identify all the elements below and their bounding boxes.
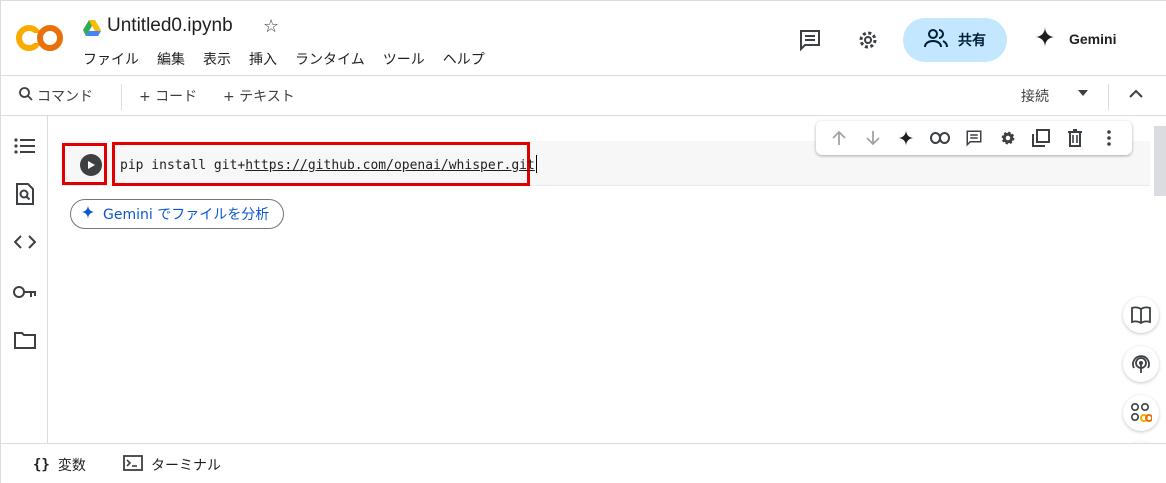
trash-icon[interactable]: [1064, 127, 1086, 149]
add-code-button[interactable]: + コード: [139, 86, 197, 106]
move-down-arrow-icon[interactable]: [862, 127, 884, 149]
command-palette-button[interactable]: コマンド: [19, 86, 93, 106]
gemini-sparkle-icon[interactable]: [895, 127, 917, 149]
gemini-button[interactable]: Gemini: [1035, 27, 1116, 50]
gemini-pill-label: Gemini でファイルを分析: [103, 207, 270, 223]
variables-button[interactable]: {} 変数: [33, 455, 86, 475]
variables-label: 変数: [57, 458, 86, 474]
notebook-main: pip install git+https://github.com/opena…: [48, 116, 1166, 443]
menu-bar: ファイル 編集 表示 挿入 ランタイム ツール ヘルプ: [83, 49, 503, 69]
colab-logo-icon[interactable]: [15, 21, 65, 55]
menu-file[interactable]: ファイル: [83, 49, 139, 69]
code-url-link[interactable]: https://github.com/openai/whisper.git: [245, 158, 535, 173]
key-icon[interactable]: [13, 280, 37, 304]
vertical-scrollbar[interactable]: [1154, 126, 1166, 196]
notebook-title[interactable]: Untitled0.ipynb: [107, 15, 233, 37]
left-sidebar: [1, 116, 48, 443]
broadcast-icon[interactable]: [1123, 346, 1159, 382]
toolbar-divider: [121, 84, 122, 110]
book-icon[interactable]: [1123, 297, 1159, 333]
menu-edit[interactable]: 編集: [157, 49, 185, 69]
menu-help[interactable]: ヘルプ: [443, 49, 485, 69]
menu-tools[interactable]: ツール: [383, 49, 425, 69]
gear-icon[interactable]: [997, 127, 1019, 149]
text-cursor: [535, 155, 537, 173]
search-icon: [19, 87, 33, 105]
toolbar-divider-right: [1108, 84, 1109, 110]
table-of-contents-icon[interactable]: [13, 134, 37, 158]
menu-runtime[interactable]: ランタイム: [295, 49, 365, 69]
gemini-label: Gemini: [1069, 30, 1117, 47]
header: Untitled0.ipynb ☆ ファイル 編集 表示 挿入 ランタイム ツー…: [1, 1, 1166, 75]
google-drive-icon[interactable]: [83, 20, 101, 36]
terminal-icon: [123, 455, 143, 475]
comment-icon[interactable]: [797, 27, 823, 53]
share-button[interactable]: 共有: [903, 18, 1007, 62]
menu-view[interactable]: 表示: [203, 49, 231, 69]
menu-insert[interactable]: 挿入: [249, 49, 277, 69]
cell-toolbar: [816, 121, 1132, 155]
link-icon[interactable]: [929, 127, 951, 149]
comment-icon[interactable]: [963, 127, 985, 149]
gear-icon[interactable]: [855, 27, 881, 53]
play-icon: [88, 161, 95, 169]
apps-colab-icon[interactable]: [1123, 395, 1159, 431]
gemini-analyze-files-button[interactable]: Gemini でファイルを分析: [70, 199, 285, 229]
code-snippets-icon[interactable]: [13, 230, 37, 254]
collapse-header-chevron-up-icon[interactable]: [1129, 88, 1143, 98]
code-prefix: pip install git+: [120, 158, 246, 173]
curly-braces-icon: {}: [33, 457, 50, 473]
notebook-toolbar: コマンド + コード + テキスト 接続: [1, 75, 1166, 116]
run-cell-button[interactable]: [80, 154, 102, 176]
connect-dropdown-chevron-down-icon[interactable]: [1077, 89, 1089, 97]
folder-icon[interactable]: [13, 328, 37, 352]
people-icon: [924, 28, 948, 52]
find-in-page-icon[interactable]: [13, 182, 37, 206]
connect-button[interactable]: 接続: [1021, 86, 1049, 106]
terminal-button[interactable]: ターミナル: [123, 455, 221, 475]
mirror-cell-icon[interactable]: [1030, 127, 1052, 149]
star-icon[interactable]: ☆: [263, 16, 279, 37]
gemini-sparkle-icon: [81, 205, 95, 223]
bottom-status-bar: {} 変数 ターミナル: [1, 443, 1166, 483]
terminal-label: ターミナル: [151, 458, 221, 474]
connect-label: 接続: [1021, 89, 1049, 105]
command-label: コマンド: [37, 89, 93, 105]
add-text-button[interactable]: + テキスト: [223, 86, 295, 106]
gemini-sparkle-icon: [1035, 27, 1055, 50]
move-up-arrow-icon[interactable]: [828, 127, 850, 149]
share-label: 共有: [958, 33, 986, 49]
code-editor[interactable]: pip install git+https://github.com/opena…: [120, 155, 537, 173]
more-vert-icon[interactable]: [1098, 127, 1120, 149]
